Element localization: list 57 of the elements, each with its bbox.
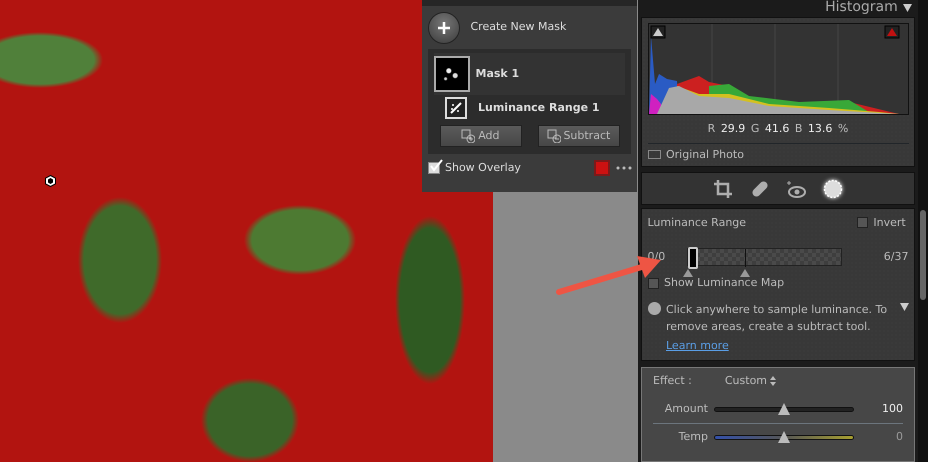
info-text: Click anywhere to sample luminance. To remove areas, create a subtract tool. bbox=[666, 302, 888, 335]
channel-label: B bbox=[794, 120, 802, 137]
channel-value: 41.6 bbox=[764, 120, 790, 137]
slider-label: Temp bbox=[678, 429, 708, 445]
eye-icon[interactable] bbox=[786, 178, 806, 199]
panel-title: Histogram bbox=[825, 0, 898, 14]
original-photo-label: Original Photo bbox=[666, 146, 744, 162]
slider-thumb[interactable] bbox=[778, 402, 790, 415]
component-thumbnail bbox=[445, 97, 467, 120]
info-icon bbox=[648, 302, 660, 316]
channel-value: 13.6 bbox=[808, 120, 832, 137]
crop-icon[interactable] bbox=[713, 178, 734, 199]
highlight-clipping-icon[interactable] bbox=[884, 26, 899, 39]
channel-label: R bbox=[708, 120, 716, 137]
mask-name: Mask 1 bbox=[476, 66, 520, 82]
slider-track[interactable] bbox=[714, 430, 854, 444]
mask-row[interactable]: Mask 1 bbox=[434, 53, 625, 94]
plus-icon bbox=[436, 20, 450, 34]
scrollbar[interactable] bbox=[918, 0, 928, 462]
slider-label: Amount bbox=[664, 400, 708, 416]
effect-dropdown[interactable]: Custom bbox=[724, 373, 776, 390]
checkbox[interactable] bbox=[856, 217, 868, 228]
stepper-arrows-icon bbox=[770, 376, 776, 386]
range-max-label: 6/37 bbox=[884, 248, 908, 265]
effect-label: Effect : bbox=[653, 373, 692, 389]
dotted-circle-icon[interactable] bbox=[822, 178, 843, 199]
collapse-icon[interactable] bbox=[903, 2, 912, 12]
minus-shape-icon bbox=[546, 129, 561, 143]
invert-label: Invert bbox=[873, 214, 906, 230]
plus-shape-icon bbox=[461, 129, 476, 143]
shadow-clipping-icon[interactable] bbox=[650, 26, 665, 39]
range-handle[interactable] bbox=[688, 247, 698, 269]
scrollbar-thumb[interactable] bbox=[920, 210, 926, 300]
mask-thumbnail bbox=[434, 56, 470, 92]
create-mask-label[interactable]: Create New Mask bbox=[470, 19, 566, 36]
slider-thumb[interactable] bbox=[778, 431, 790, 444]
channel-value: 29.9 bbox=[720, 120, 746, 137]
slider-value: 100 bbox=[882, 400, 903, 416]
more-icon[interactable] bbox=[616, 166, 632, 170]
component-name[interactable]: Luminance Range 1 bbox=[478, 100, 600, 116]
section-title: Luminance Range bbox=[648, 214, 746, 230]
checkbox[interactable] bbox=[648, 150, 660, 160]
luminance-map-label: Show Luminance Map bbox=[664, 274, 784, 291]
checkbox[interactable] bbox=[648, 278, 658, 288]
unit-label: % bbox=[838, 120, 848, 137]
slider-track[interactable] bbox=[714, 402, 854, 416]
learn-more-link[interactable]: Learn more bbox=[666, 338, 894, 354]
overlay-color-swatch[interactable] bbox=[594, 160, 610, 176]
channel-label: G bbox=[750, 120, 760, 137]
add-button[interactable]: Add bbox=[440, 124, 522, 148]
range-marker[interactable] bbox=[683, 269, 694, 277]
checkbox[interactable] bbox=[428, 162, 440, 174]
subtract-button[interactable]: Subtract bbox=[538, 124, 620, 148]
overlay-label: Show Overlay bbox=[445, 160, 521, 176]
slider-value: 0 bbox=[896, 429, 903, 445]
add-mask-button[interactable] bbox=[428, 12, 460, 44]
range-marker[interactable] bbox=[740, 269, 750, 277]
